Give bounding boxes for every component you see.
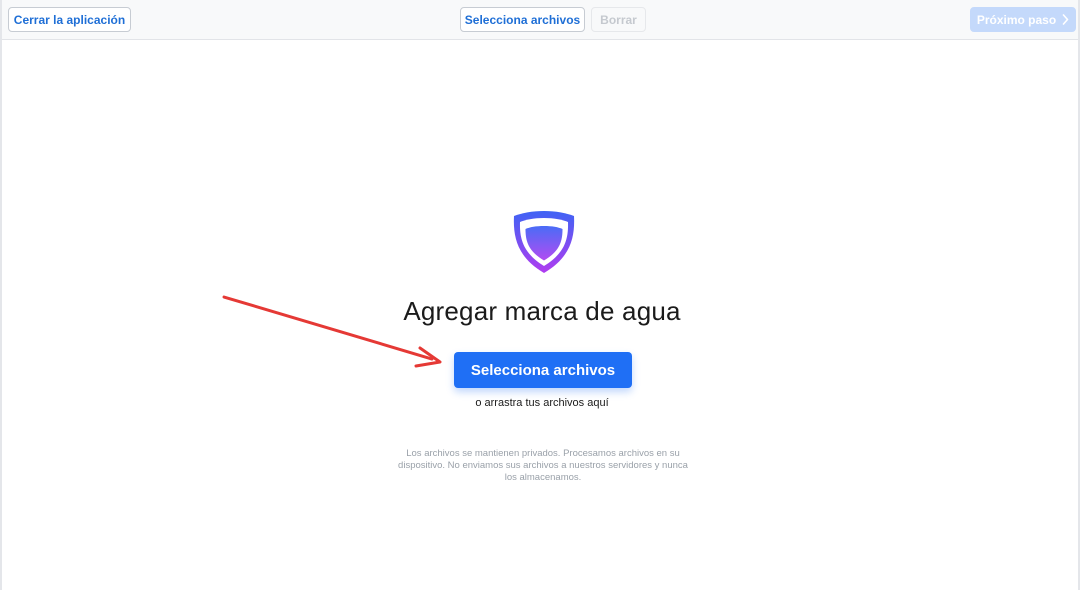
page-title: Agregar marca de agua (403, 296, 681, 326)
shield-icon (513, 211, 575, 273)
upload-area[interactable]: Agregar marca de agua Selecciona archivo… (2, 0, 1078, 590)
drag-hint-text: o arrastra tus archivos aquí (475, 397, 609, 409)
app-window: Cerrar la aplicación Selecciona archivos… (0, 0, 1080, 590)
select-files-button[interactable]: Selecciona archivos (454, 352, 632, 388)
privacy-note: Los archivos se mantienen privados. Proc… (398, 448, 688, 483)
